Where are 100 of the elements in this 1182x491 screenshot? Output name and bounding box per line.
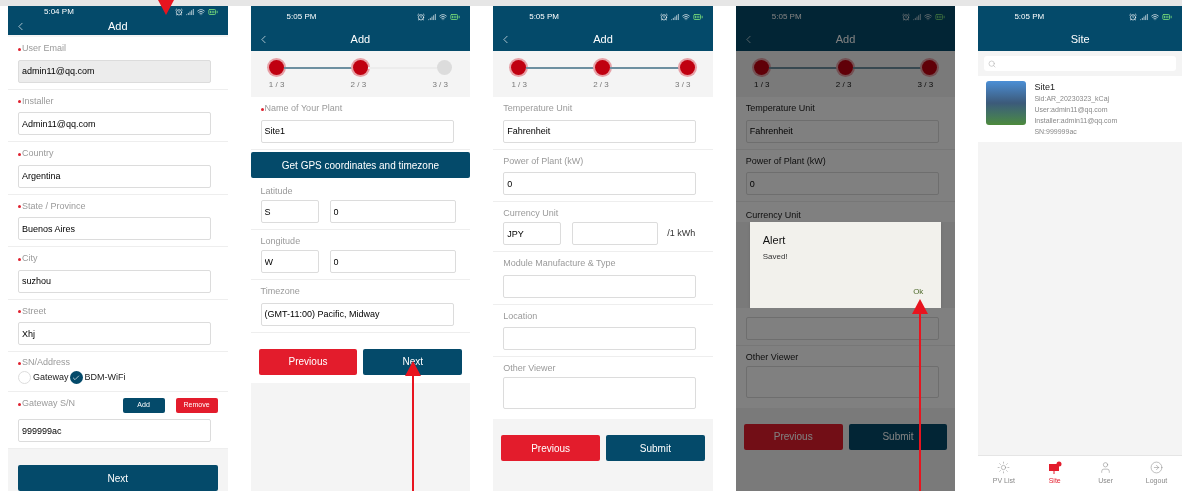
step-label: 1 / 3 — [753, 79, 771, 91]
text-field[interactable]: 0 — [329, 200, 456, 223]
field-label: Gateway S/N — [22, 397, 76, 411]
field-label: Longitude — [260, 235, 301, 249]
field-label: Timezone — [260, 285, 300, 299]
step-label: 1 / 3 — [267, 79, 286, 91]
text-field[interactable]: 0 — [503, 172, 697, 195]
alarm-icon — [417, 13, 426, 21]
alarm-icon — [902, 13, 911, 21]
primary-button[interactable]: Submit — [606, 435, 705, 461]
wifi-icon — [924, 13, 933, 21]
wifi-icon — [681, 13, 690, 21]
screen-title: Add — [835, 32, 856, 48]
field-label: Temperature Unit — [745, 102, 815, 116]
screen-title: Add — [593, 32, 613, 48]
step-label: 3 / 3 — [916, 79, 935, 91]
field-label: Currency Unit — [503, 207, 559, 221]
user-icon — [1099, 460, 1113, 474]
text-field[interactable]: Site1 — [260, 119, 454, 143]
field-label: Power of Plant (kW) — [745, 154, 826, 168]
text-field[interactable]: JPY — [503, 222, 562, 245]
status-time: 5:04 PM — [44, 6, 74, 18]
field-label: Other Viewer — [745, 350, 799, 364]
field-label: City — [22, 252, 38, 266]
field-label: User Email — [22, 42, 66, 56]
alert-message: Saved! — [762, 250, 789, 263]
text-field[interactable]: Buenos Aires — [18, 217, 211, 240]
battery-icon — [692, 12, 703, 22]
field-label: Other Viewer — [503, 362, 556, 376]
text-field[interactable]: Xhj — [18, 322, 211, 345]
alert-title: Alert — [762, 233, 787, 248]
unit-label: /1 kWh — [667, 226, 696, 240]
text-field[interactable]: Fahrenheit — [503, 119, 697, 143]
screen-title: Add — [350, 32, 371, 48]
text-area[interactable] — [503, 377, 697, 409]
logout-icon — [1150, 460, 1164, 474]
signal-icon — [185, 8, 194, 16]
field-label: Module Manufacture & Type — [503, 257, 616, 271]
field-label: Country — [22, 147, 54, 161]
wifi-icon — [439, 13, 448, 21]
battery-icon — [207, 7, 218, 17]
step-label: 2 / 3 — [349, 79, 368, 91]
step-label: 3 / 3 — [674, 79, 692, 91]
alarm-icon — [659, 13, 668, 21]
status-time: 5:05 PM — [529, 11, 559, 23]
field-label: SN/Address — [22, 356, 71, 370]
field-label: Power of Plant (kW) — [503, 154, 584, 168]
alarm-icon — [174, 8, 183, 16]
radio-option[interactable]: BDM-WiFi — [69, 371, 126, 385]
text-field[interactable] — [745, 316, 939, 340]
text-field[interactable]: (GMT-11:00) Pacific, Midway — [260, 302, 454, 326]
field-label: Name of Your Plant — [264, 102, 343, 116]
text-field[interactable]: 0 — [745, 172, 939, 195]
text-field[interactable]: 999999ac — [18, 419, 211, 442]
text-field[interactable]: suzhou — [18, 269, 211, 293]
battery-icon — [450, 12, 461, 22]
screen-title: Add — [108, 19, 128, 34]
field-label: Street — [22, 304, 46, 318]
battery-icon — [935, 12, 946, 22]
text-field[interactable] — [503, 274, 697, 298]
field-label: Temperature Unit — [503, 102, 573, 116]
step-label: 1 / 3 — [510, 79, 528, 91]
text-field[interactable]: Fahrenheit — [745, 119, 939, 143]
step-label: 3 / 3 — [431, 79, 449, 91]
solar-panel-icon — [1047, 460, 1062, 474]
signal-icon — [670, 13, 679, 21]
wifi-icon — [1151, 13, 1159, 21]
primary-button[interactable]: Next — [363, 348, 463, 375]
site-name: Site1 — [1034, 81, 1056, 93]
signal-icon — [428, 13, 437, 21]
step-label: 2 / 3 — [592, 79, 610, 91]
status-time: 5:05 PM — [286, 11, 317, 23]
previous-button[interactable]: Previous — [501, 435, 600, 461]
primary-button[interactable]: Next — [18, 465, 218, 491]
gps-button[interactable]: Get GPS coordinates and timezone — [250, 152, 471, 178]
signal-icon — [913, 13, 922, 21]
sun-icon — [997, 460, 1011, 474]
text-area[interactable] — [745, 365, 939, 398]
text-field[interactable]: W — [260, 250, 319, 273]
text-field[interactable]: Argentina — [18, 164, 211, 188]
photo-placeholder — [986, 81, 1027, 125]
field-label: State / Province — [22, 199, 86, 213]
text-field[interactable]: Admin11@qq.com — [18, 112, 211, 135]
text-field[interactable]: 0 — [329, 250, 456, 273]
previous-button[interactable]: Previous — [258, 348, 358, 375]
screen-title: Site — [1070, 32, 1090, 48]
pointer-arrow — [158, 0, 174, 15]
field-label: Latitude — [260, 185, 293, 199]
text-field[interactable] — [572, 222, 659, 245]
primary-button[interactable]: Submit — [848, 423, 948, 450]
radio-option[interactable]: Gateway — [18, 371, 69, 385]
search-field[interactable] — [984, 56, 1176, 71]
field-label: Currency Unit — [745, 209, 801, 223]
battery-icon — [1162, 12, 1172, 22]
field-label: Installer — [22, 94, 54, 108]
field-label: Location — [503, 309, 538, 323]
text-field[interactable] — [503, 327, 697, 350]
ok-button[interactable]: Ok — [913, 286, 924, 298]
text-field[interactable]: S — [260, 200, 319, 223]
search-icon — [988, 59, 997, 68]
